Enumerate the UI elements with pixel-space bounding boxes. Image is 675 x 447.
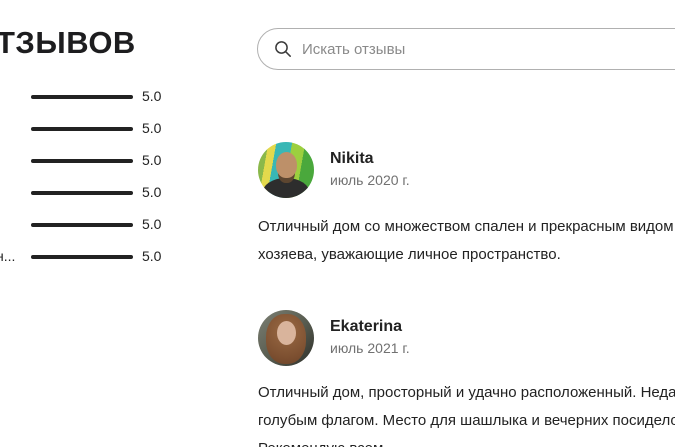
search-input[interactable]: [257, 28, 675, 70]
review-text: Отличный дом, просторный и удачно распол…: [258, 379, 675, 447]
rating-row: 5.0: [0, 151, 200, 171]
review-item: Nikita июль 2020 г. Отличный дом со множ…: [258, 142, 675, 292]
rating-value: 5.0: [142, 248, 162, 264]
rating-row: н... 5.0: [0, 247, 200, 267]
review-text-line: Отличный дом, просторный и удачно распол…: [258, 384, 675, 401]
rating-bar: [31, 159, 133, 163]
rating-bar: [31, 255, 133, 259]
review-text-line: хозяева, уважающие личное пространство.: [258, 246, 561, 263]
avatar-face-shape: [277, 321, 296, 346]
avatar[interactable]: [258, 310, 314, 366]
review-text-line: Отличный дом со множеством спален и прек…: [258, 218, 675, 235]
rating-row: 5.0: [0, 215, 200, 235]
rating-value: 5.0: [142, 88, 162, 104]
review-date: июль 2021 г.: [330, 340, 410, 356]
rating-value: 5.0: [142, 152, 162, 168]
review-text: Отличный дом со множеством спален и прек…: [258, 213, 675, 269]
review-text-line: Рекомендую всем.: [258, 435, 675, 447]
review-date: июль 2020 г.: [330, 172, 410, 188]
rating-bar: [31, 127, 133, 131]
rating-row: 5.0: [0, 183, 200, 203]
avatar[interactable]: [258, 142, 314, 198]
rating-label-truncated: н...: [0, 248, 16, 264]
rating-bar: [31, 191, 133, 195]
rating-value: 5.0: [142, 216, 162, 232]
rating-bar: [31, 223, 133, 227]
rating-value: 5.0: [142, 120, 162, 136]
rating-bar: [31, 95, 133, 99]
reviews-page: ТЗЫВОВ 5.0 5.0 5.0 5.0 5.0 н... 5.0: [0, 0, 675, 447]
reviewer-name[interactable]: Nikita: [330, 150, 374, 168]
avatar-face-shape: [276, 152, 297, 179]
reviews-heading: ТЗЫВОВ: [0, 25, 136, 60]
review-item: Ekaterina июль 2021 г. Отличный дом, про…: [258, 310, 675, 447]
search-reviews-field: [257, 28, 675, 70]
rating-row: 5.0: [0, 87, 200, 107]
rating-row: 5.0: [0, 119, 200, 139]
rating-value: 5.0: [142, 184, 162, 200]
avatar-body-shape: [262, 177, 310, 198]
review-text-line: голубым флагом. Место для шашлыка и вече…: [258, 412, 675, 429]
reviewer-name[interactable]: Ekaterina: [330, 318, 402, 336]
